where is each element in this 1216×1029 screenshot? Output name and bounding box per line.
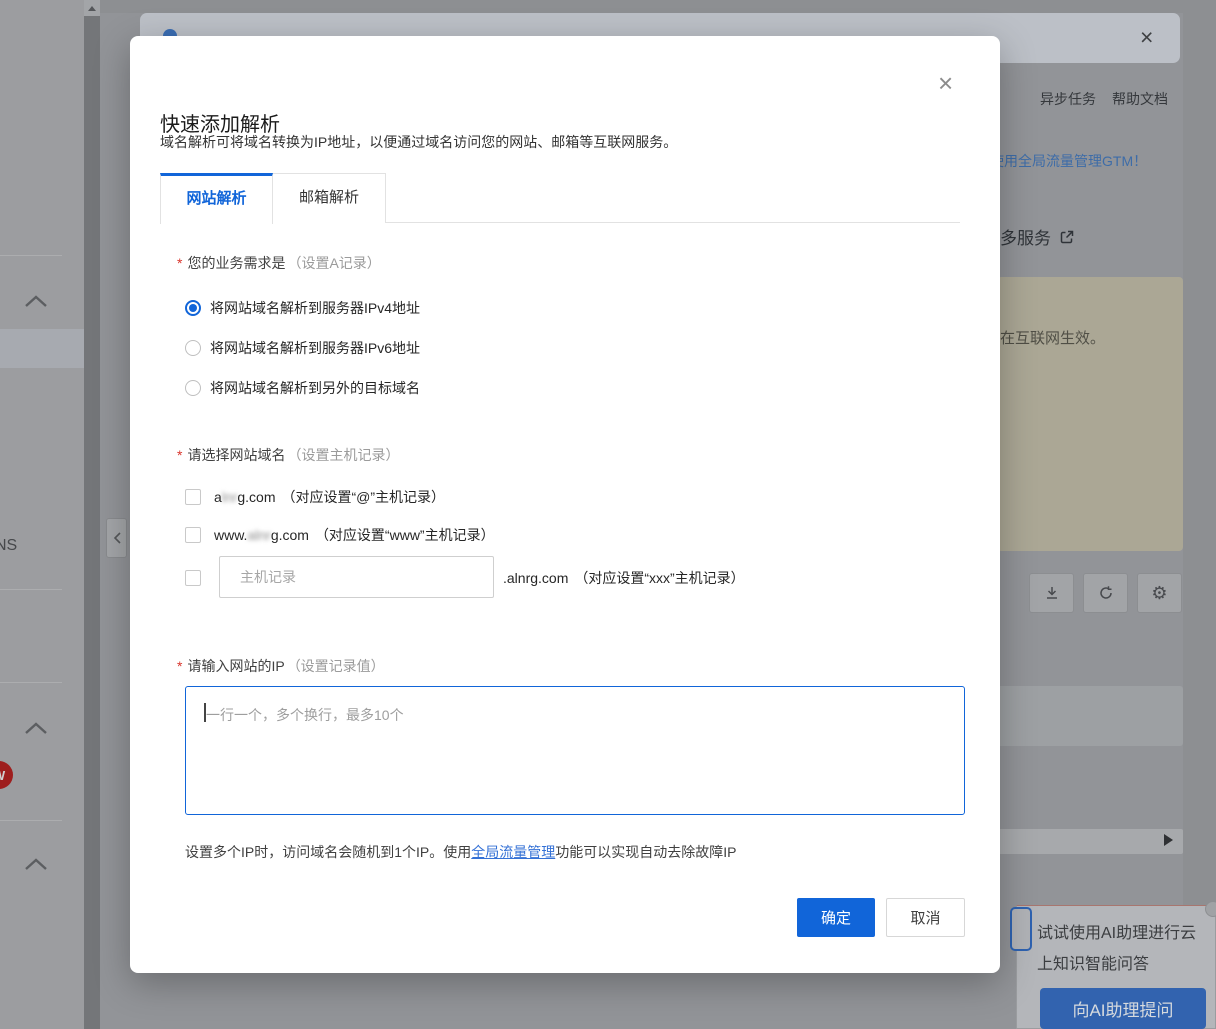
ip-note: 设置多个IP时，访问域名会随机到1个IP。使用全局流量管理功能可以实现自动去除故…: [185, 842, 736, 862]
download-icon: [1044, 585, 1060, 601]
domain-masked: lnr: [222, 489, 238, 505]
required-mark: *: [177, 658, 182, 674]
domain-note: （对应设置“@”主机记录）: [281, 487, 445, 507]
tab-email-resolution[interactable]: 邮箱解析: [273, 173, 386, 223]
ai-popup-close-icon[interactable]: [1205, 901, 1216, 917]
chevron-up-icon[interactable]: [24, 721, 48, 735]
refresh-icon: [1098, 585, 1114, 601]
page-right-strip: [1183, 0, 1216, 1029]
radio-option-cname[interactable]: 将网站域名解析到另外的目标域名: [185, 378, 420, 398]
background-card: [997, 686, 1183, 746]
sidebar-collapse-handle[interactable]: [106, 518, 127, 558]
refresh-button[interactable]: [1083, 573, 1128, 613]
sidebar-background: [0, 0, 84, 1029]
notice-panel: [997, 277, 1183, 551]
radio-option-ipv4[interactable]: 将网站域名解析到服务器IPv4地址: [185, 298, 420, 318]
chevron-up-icon[interactable]: [24, 857, 48, 871]
custom-domain-suffix: .alnrg.com （对应设置“xxx”主机记录）: [503, 568, 745, 588]
domain-row-www[interactable]: www.alnrg.com （对应设置“www”主机记录）: [185, 525, 495, 545]
domain-suffix: g.com: [271, 527, 309, 543]
label-text: 请选择网站域名: [187, 447, 285, 463]
settings-button[interactable]: ⚙: [1137, 573, 1182, 613]
radio-icon[interactable]: [185, 380, 201, 396]
sidebar-divider: [0, 589, 62, 590]
ip-input-label: * 请输入网站的IP（设置记录值）: [177, 656, 385, 676]
external-link-icon: [1059, 229, 1075, 245]
quick-add-dns-modal: 快速添加解析 × 域名解析可将域名转换为IP地址，以便通过域名访问您的网站、邮箱…: [130, 36, 1000, 973]
help-docs-link[interactable]: 帮助文档: [1112, 89, 1168, 109]
label-hint: （设置主机记录）: [287, 447, 399, 463]
domain-masked: alnr: [247, 527, 270, 543]
sidebar-item-label: NS: [0, 537, 17, 555]
domain-row-custom-checkbox[interactable]: [185, 570, 214, 586]
sidebar-divider: [0, 255, 62, 256]
scrollbar-up-button[interactable]: [84, 0, 100, 16]
radio-label: 将网站域名解析到服务器IPv6地址: [210, 338, 420, 358]
checkbox-icon[interactable]: [185, 570, 201, 586]
play-arrow-icon: [1163, 833, 1174, 847]
ai-assistant-text: 试试使用AI助理进行云上知识智能问答: [1037, 918, 1209, 980]
modal-description: 域名解析可将域名转换为IP地址，以便通过域名访问您的网站、邮箱等互联网服务。: [160, 132, 677, 152]
ai-launcher-icon[interactable]: [1010, 907, 1032, 951]
radio-option-ipv6[interactable]: 将网站域名解析到服务器IPv6地址: [185, 338, 420, 358]
note-text: 设置多个IP时，访问域名会随机到1个IP。使用: [185, 844, 471, 860]
more-services-link[interactable]: 多服务: [1000, 224, 1075, 249]
gear-icon: ⚙: [1151, 584, 1167, 602]
radio-label: 将网站域名解析到服务器IPv4地址: [210, 298, 420, 318]
business-need-label: * 您的业务需求是（设置A记录）: [177, 253, 381, 273]
domain-suffix: .alnrg.com: [503, 570, 568, 586]
domain-suffix: g.com: [237, 489, 275, 505]
more-services-label: 多服务: [1000, 224, 1051, 249]
label-text: 请输入网站的IP: [187, 658, 284, 674]
required-mark: *: [177, 447, 182, 463]
notice-text: 会在互联网生效。: [985, 327, 1105, 348]
label-hint: （设置A记录）: [287, 255, 380, 271]
label-text: 您的业务需求是: [187, 255, 285, 271]
gtm-promo-link[interactable]: 使用全局流量管理GTM！: [990, 151, 1147, 171]
chevron-up-icon[interactable]: [24, 294, 48, 308]
cancel-button[interactable]: 取消: [886, 898, 965, 937]
radio-icon[interactable]: [185, 340, 201, 356]
sidebar-divider: [0, 820, 62, 821]
expand-bar[interactable]: [997, 829, 1183, 854]
domain-row-apex[interactable]: alnrg.com （对应设置“@”主机记录）: [185, 487, 445, 507]
gtm-feature-link[interactable]: 全局流量管理: [471, 844, 555, 860]
async-tasks-link[interactable]: 异步任务: [1040, 89, 1096, 109]
checkbox-icon[interactable]: [185, 489, 201, 505]
domain-prefix: www.: [214, 527, 247, 543]
triangle-up-icon: [87, 5, 97, 12]
confirm-button[interactable]: 确定: [797, 898, 875, 937]
ip-textarea[interactable]: [185, 686, 965, 815]
checkbox-icon[interactable]: [185, 527, 201, 543]
required-mark: *: [177, 255, 182, 271]
label-hint: （设置记录值）: [287, 658, 385, 674]
ask-ai-button[interactable]: 向AI助理提问: [1040, 988, 1206, 1029]
radio-selected-icon[interactable]: [185, 300, 201, 316]
radio-label: 将网站域名解析到另外的目标域名: [210, 378, 420, 398]
tab-website-resolution[interactable]: 网站解析: [160, 173, 273, 224]
modal-close-icon[interactable]: ×: [938, 70, 953, 96]
domain-select-label: * 请选择网站域名（设置主机记录）: [177, 445, 399, 465]
host-record-input[interactable]: [219, 556, 494, 598]
top-nav-links: 异步任务 帮助文档: [1040, 89, 1168, 109]
chevron-left-icon: [113, 532, 121, 544]
sidebar-selected-item[interactable]: [0, 329, 84, 368]
sidebar-divider: [0, 682, 62, 683]
banner-close-icon[interactable]: ×: [1140, 26, 1153, 49]
page-top-strip: [84, 0, 1216, 13]
note-text: 功能可以实现自动去除故障IP: [555, 844, 736, 860]
download-button[interactable]: [1029, 573, 1074, 613]
sidebar-scrollbar[interactable]: [84, 16, 100, 1029]
domain-note: （对应设置“xxx”主机记录）: [574, 570, 744, 586]
tab-bar: 网站解析 邮箱解析: [160, 173, 960, 223]
domain-note: （对应设置“www”主机记录）: [315, 525, 495, 545]
domain-prefix: a: [214, 489, 222, 505]
text-cursor: [204, 703, 206, 722]
